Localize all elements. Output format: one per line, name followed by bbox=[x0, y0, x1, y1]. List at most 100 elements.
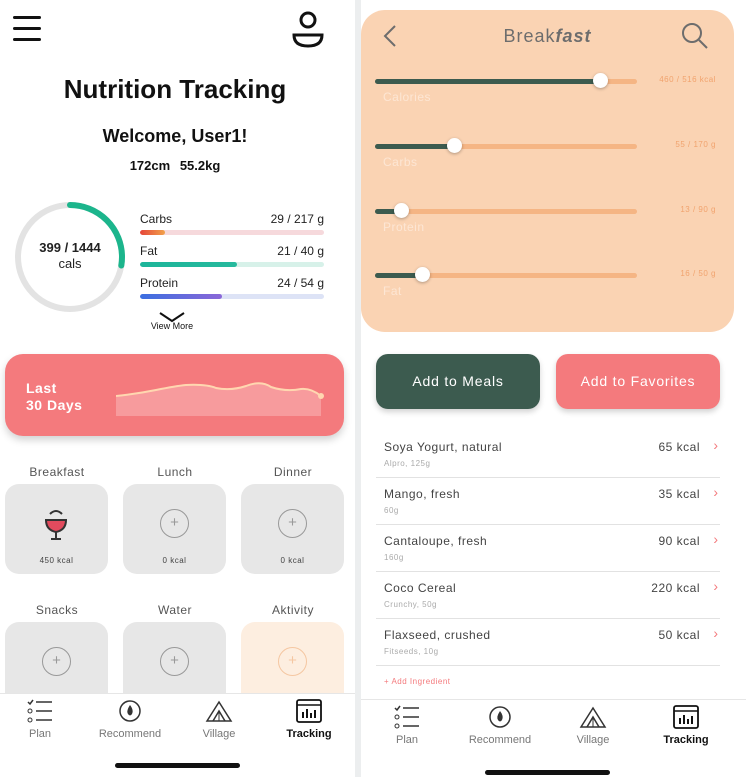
slider-handle[interactable] bbox=[394, 203, 410, 218]
food-item[interactable]: Mango, fresh 60g 35 kcal › bbox=[376, 478, 720, 525]
food-name: Mango, fresh bbox=[384, 487, 461, 501]
meal-card-breakfast[interactable]: 450 kcal bbox=[5, 484, 108, 574]
chevron-right-icon: › bbox=[713, 437, 718, 453]
meal-card-dinner[interactable]: +0 kcal bbox=[241, 484, 344, 574]
nav-label: Tracking bbox=[663, 734, 709, 746]
bowl-icon bbox=[44, 510, 68, 540]
macro-value: 29 / 217 g bbox=[270, 212, 324, 226]
slider-value: 55 / 170 g bbox=[675, 140, 716, 149]
slider-carbs[interactable] bbox=[375, 138, 637, 153]
height-value: 172cm bbox=[129, 158, 171, 173]
meal-label: Lunch bbox=[157, 465, 193, 479]
slider-handle[interactable] bbox=[593, 73, 609, 88]
village-icon bbox=[179, 699, 259, 723]
meal-kcal: 0 kcal bbox=[280, 556, 305, 565]
macro-bar-fill bbox=[140, 262, 237, 267]
page-title: Breakfast bbox=[361, 26, 734, 47]
add-to-meals-button[interactable]: Add to Meals bbox=[376, 354, 540, 409]
meal-label: Dinner bbox=[273, 465, 313, 479]
plus-icon: + bbox=[278, 509, 307, 538]
macro-bar-fill bbox=[140, 294, 222, 299]
macro-bar-fill bbox=[140, 230, 165, 235]
slider-fill bbox=[375, 144, 454, 149]
flame-icon bbox=[90, 699, 170, 723]
food-detail: 160g bbox=[384, 553, 404, 562]
breakfast-screen: Breakfast Calories 460 / 516 kcal Carbs 55 … bbox=[361, 0, 746, 777]
days-label: 30 Days bbox=[26, 397, 83, 413]
menu-icon[interactable] bbox=[13, 16, 41, 44]
macro-name: Fat bbox=[140, 244, 158, 258]
nav-recommend[interactable]: Recommend bbox=[90, 699, 170, 740]
slider-fat[interactable] bbox=[375, 267, 637, 282]
last-30-days-card[interactable]: Last 30 Days bbox=[5, 354, 344, 436]
food-name: Soya Yogurt, natural bbox=[384, 440, 503, 454]
nav-label: Village bbox=[576, 734, 610, 746]
calorie-unit: cals bbox=[58, 256, 82, 271]
meal-kcal: 0 kcal bbox=[162, 556, 187, 565]
macro-value: 24 / 54 g bbox=[277, 276, 324, 290]
slider-handle[interactable] bbox=[446, 138, 462, 153]
slider-value: 13 / 90 g bbox=[680, 205, 716, 214]
food-item[interactable]: Soya Yogurt, natural Alpro, 125g 65 kcal › bbox=[376, 431, 720, 478]
plus-icon: + bbox=[42, 647, 71, 676]
nav-recommend[interactable]: Recommend bbox=[460, 705, 540, 746]
food-name: Flaxseed, crushed bbox=[384, 628, 491, 642]
view-more-button[interactable]: View More bbox=[140, 311, 204, 331]
chevron-right-icon: › bbox=[713, 484, 718, 500]
chart-icon bbox=[646, 705, 726, 729]
nav-plan[interactable]: Plan bbox=[0, 699, 80, 740]
meal-label: Snacks bbox=[35, 603, 79, 617]
slider-handle[interactable] bbox=[415, 267, 431, 282]
home-indicator bbox=[115, 763, 240, 768]
macro-name: Protein bbox=[140, 276, 179, 290]
chart-icon bbox=[269, 699, 349, 723]
macro-fat: Fat 21 / 40 g bbox=[140, 244, 324, 267]
nav-tracking[interactable]: Tracking bbox=[269, 699, 349, 740]
macro-bar bbox=[140, 262, 324, 267]
nav-tracking[interactable]: Tracking bbox=[646, 705, 726, 746]
trend-sparkline bbox=[116, 382, 324, 416]
food-detail: 60g bbox=[384, 506, 399, 515]
meal-label: Breakfast bbox=[29, 465, 85, 479]
nav-village[interactable]: Village bbox=[553, 705, 633, 746]
page-title: Nutrition Tracking bbox=[63, 74, 287, 104]
add-to-favorites-button[interactable]: Add to Favorites bbox=[556, 354, 720, 409]
meal-card-lunch[interactable]: +0 kcal bbox=[123, 484, 226, 574]
checklist-icon bbox=[367, 705, 447, 729]
macro-bar bbox=[140, 230, 324, 235]
meal-kcal: 450 kcal bbox=[39, 556, 74, 565]
title-bold: fast bbox=[555, 26, 592, 46]
food-detail: Fitseeds, 10g bbox=[384, 647, 439, 656]
food-detail: Crunchy, 50g bbox=[384, 600, 437, 609]
plus-icon: + bbox=[160, 509, 189, 538]
food-item[interactable]: Coco Cereal Crunchy, 50g 220 kcal › bbox=[376, 572, 720, 619]
calorie-summary: 399 / 1444 cals bbox=[14, 240, 126, 272]
macro-bar bbox=[140, 294, 324, 299]
add-ingredient-link[interactable]: + Add Ingredient bbox=[384, 677, 451, 686]
nav-village[interactable]: Village bbox=[179, 699, 259, 740]
macro-name: Carbs bbox=[140, 212, 173, 226]
nav-plan[interactable]: Plan bbox=[367, 705, 447, 746]
body-stats: 172cm 55.2kg bbox=[0, 158, 350, 173]
user-icon[interactable] bbox=[289, 9, 327, 49]
food-kcal: 220 kcal bbox=[651, 581, 700, 595]
weight-value: 55.2kg bbox=[179, 158, 221, 173]
food-item[interactable]: Cantaloupe, fresh 160g 90 kcal › bbox=[376, 525, 720, 572]
slider-label: Carbs bbox=[383, 155, 418, 169]
food-kcal: 35 kcal bbox=[658, 487, 700, 501]
nav-label: Plan bbox=[28, 728, 52, 740]
slider-calories[interactable] bbox=[375, 73, 637, 88]
macro-value: 21 / 40 g bbox=[277, 244, 324, 258]
meal-label: Water bbox=[157, 603, 193, 617]
slider-protein[interactable] bbox=[375, 203, 637, 218]
food-kcal: 90 kcal bbox=[658, 534, 700, 548]
bottom-nav: Plan Recommend Village Tracking bbox=[361, 699, 746, 777]
food-name: Cantaloupe, fresh bbox=[384, 534, 488, 548]
nutrition-tracking-screen: Nutrition Tracking Welcome, User1! 172cm… bbox=[0, 0, 355, 777]
search-icon[interactable] bbox=[681, 22, 709, 50]
food-item[interactable]: Flaxseed, crushed Fitseeds, 10g 50 kcal › bbox=[376, 619, 720, 666]
nav-label: Village bbox=[202, 728, 236, 740]
title-light: Break bbox=[503, 26, 556, 46]
slider-fill bbox=[375, 79, 601, 84]
view-more-label: View More bbox=[150, 321, 194, 331]
